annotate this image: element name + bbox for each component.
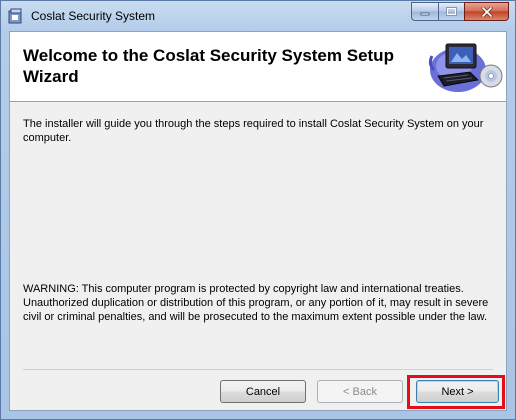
minimize-icon bbox=[420, 12, 430, 15]
setup-window: Coslat Security System Welcome to the Co… bbox=[0, 0, 516, 420]
title-bar[interactable]: Coslat Security System bbox=[1, 1, 515, 31]
copyright-warning: WARNING: This computer program is protec… bbox=[23, 283, 489, 323]
computer-with-disc-icon bbox=[428, 43, 503, 92]
back-button[interactable]: < Back bbox=[317, 380, 403, 403]
maximize-button[interactable] bbox=[438, 2, 464, 21]
window-title: Coslat Security System bbox=[31, 9, 156, 23]
installer-icon bbox=[8, 8, 22, 24]
wizard-body: Welcome to the Coslat Security System Se… bbox=[9, 31, 507, 411]
cancel-button[interactable]: Cancel bbox=[220, 380, 306, 403]
close-button[interactable] bbox=[464, 2, 509, 21]
close-icon bbox=[481, 6, 492, 17]
maximize-icon bbox=[446, 7, 457, 16]
divider bbox=[23, 369, 493, 370]
minimize-button[interactable] bbox=[411, 2, 438, 21]
header-banner: Welcome to the Coslat Security System Se… bbox=[10, 32, 506, 102]
page-title: Welcome to the Coslat Security System Se… bbox=[23, 46, 394, 86]
intro-text: The installer will guide you through the… bbox=[23, 118, 484, 144]
next-button[interactable]: Next > bbox=[416, 380, 499, 403]
